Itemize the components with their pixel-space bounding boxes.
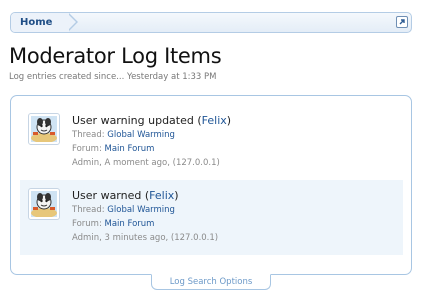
breadcrumb-separator-icon (68, 13, 78, 31)
forum-row: Forum: Main Forum (72, 219, 154, 229)
thread-label: Thread: (72, 130, 105, 140)
jump-to-icon[interactable] (396, 16, 408, 28)
page-title: Moderator Log Items (9, 44, 222, 68)
log-meta: Admin, 3 minutes ago, (127.0.0.1) (72, 233, 219, 243)
avatar[interactable] (28, 188, 60, 220)
page-subtitle: Log entries created since... Yesterday a… (9, 72, 217, 82)
thread-link[interactable]: Global Warming (107, 205, 175, 215)
user-link[interactable]: Felix (202, 114, 227, 127)
action-text: User warned ( (72, 189, 150, 202)
breadcrumb: Home (10, 12, 412, 33)
action-text: User warning updated ( (72, 114, 202, 127)
thread-link[interactable]: Global Warming (107, 130, 175, 140)
log-item[interactable]: User warned (Felix) Thread: Global Warmi… (20, 180, 403, 255)
forum-link[interactable]: Main Forum (105, 219, 155, 229)
avatar[interactable] (28, 113, 60, 145)
forum-row: Forum: Main Forum (72, 144, 154, 154)
log-item[interactable]: User warning updated (Felix) Thread: Glo… (20, 105, 403, 179)
thread-row: Thread: Global Warming (72, 205, 175, 215)
thread-row: Thread: Global Warming (72, 130, 175, 140)
forum-link[interactable]: Main Forum (105, 144, 155, 154)
log-item-title: User warned (Felix) (72, 189, 179, 202)
log-meta: Admin, A moment ago, (127.0.0.1) (72, 158, 220, 168)
log-search-options-tab[interactable]: Log Search Options (151, 274, 271, 290)
breadcrumb-home[interactable]: Home (11, 13, 69, 32)
user-link[interactable]: Felix (149, 189, 174, 202)
thread-label: Thread: (72, 205, 105, 215)
log-items-panel: User warning updated (Felix) Thread: Glo… (10, 95, 412, 275)
log-item-title: User warning updated (Felix) (72, 114, 231, 127)
forum-label: Forum: (72, 219, 102, 229)
forum-label: Forum: (72, 144, 102, 154)
action-text-end: ) (226, 114, 232, 127)
action-text-end: ) (174, 189, 179, 202)
